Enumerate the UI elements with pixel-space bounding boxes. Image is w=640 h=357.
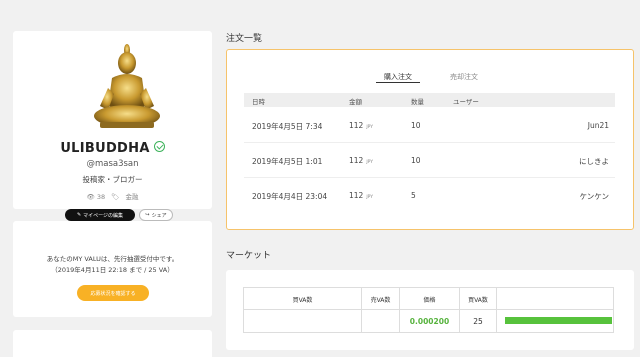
order-qty: 10 (411, 121, 421, 130)
share-button[interactable]: ↪ シェア (139, 209, 173, 221)
market-col-sell-label: 売VA数 (370, 297, 391, 304)
market-volume-bar (505, 317, 612, 324)
buddha-avatar (94, 44, 160, 128)
preorder-line2: （2019年4月11日 22:18 まで / 25 VA） (51, 266, 174, 274)
preorder-card: あなたのMY VALUは、先行抽選受付中です。 （2019年4月11日 22:1… (13, 221, 212, 317)
order-date: 2019年4月5日 7:34 (252, 122, 323, 131)
order-currency: JPY (366, 195, 374, 200)
order-amount: 112 JPY (349, 121, 373, 130)
views-count: 38 (96, 193, 106, 201)
profile-name: ULIBUDDHA (60, 141, 150, 156)
order-amount-value: 112 (349, 156, 364, 165)
profile-tag: 金融 (125, 193, 139, 201)
profile-meta: 👁 38 🏷 金融 (13, 191, 212, 201)
order-qty: 10 (411, 156, 421, 165)
market-cell-sell (362, 310, 400, 332)
preorder-text: あなたのMY VALUは、先行抽選受付中です。 （2019年4月11日 22:1… (13, 254, 212, 276)
col-qty: 数量 (411, 98, 424, 106)
market-col-bar (497, 288, 613, 310)
order-currency: JPY (366, 160, 374, 165)
orders-tabs: 購入注文 売却注文 (227, 72, 633, 84)
orders-table-header: 日時 金額 数量 ユーザー (244, 93, 615, 107)
market-qty: 25 (473, 317, 483, 326)
col-user: ユーザー (453, 98, 479, 106)
order-date: 2019年4月4日 23:04 (252, 192, 328, 201)
market-col-price: 価格 (400, 288, 460, 310)
market-col-buy: 買VA数 (244, 288, 362, 310)
market-price: 0.000200 (409, 317, 450, 326)
profile-username: ULIBUDDHA (13, 141, 212, 156)
tag-icon: 🏷 (111, 193, 120, 201)
market-col-price-label: 価格 (423, 297, 436, 304)
order-qty: 5 (411, 191, 416, 200)
market-cell-buy (244, 310, 362, 332)
col-date: 日時 (252, 98, 265, 106)
profile-job: 投稿家・ブロガー (82, 175, 143, 184)
order-user[interactable]: Jun21 (588, 121, 609, 130)
market-col-buy2: 買VA数 (460, 288, 497, 310)
market-col-buy2-label: 買VA数 (468, 297, 488, 304)
lower-left-card (13, 330, 212, 357)
market-title: マーケット (226, 251, 272, 261)
order-user[interactable]: ケンケン (579, 191, 609, 202)
order-currency: JPY (366, 125, 374, 130)
tab-buy-orders[interactable]: 購入注文 (376, 72, 420, 83)
col-amount: 金額 (349, 98, 362, 106)
market-cell-price: 0.000200 (400, 310, 460, 332)
edit-mypage-label: マイページの編集 (83, 212, 124, 219)
table-row[interactable]: 2019年4月5日 7:34 112 JPY 10 Jun21 (244, 108, 615, 143)
orders-card: 購入注文 売却注文 日時 金額 数量 ユーザー 2019年4月5日 7:34 1… (226, 49, 634, 230)
check-application-button[interactable]: 応募状況を確認する (77, 285, 149, 301)
profile-card: ULIBUDDHA @masa3san 投稿家・ブロガー 👁 38 🏷 金融 ✎… (13, 31, 212, 221)
edit-mypage-button[interactable]: ✎ マイページの編集 (65, 209, 135, 221)
order-date: 2019年4月5日 1:01 (252, 157, 323, 166)
market-col-sell: 売VA数 (362, 288, 400, 310)
pencil-icon: ✎ (76, 212, 82, 218)
market-card: 買VA数 売VA数 価格 買VA数 0.000200 25 (226, 270, 634, 350)
market-table: 買VA数 売VA数 価格 買VA数 0.000200 25 (243, 287, 614, 333)
market-cell-bar (497, 310, 613, 332)
orders-title: 注文一覧 (226, 34, 263, 44)
tab-sell-orders[interactable]: 売却注文 (446, 72, 482, 83)
order-user[interactable]: にしきよ (579, 156, 609, 167)
market-col-buy-label: 買VA数 (292, 297, 313, 304)
order-amount-value: 112 (349, 121, 364, 130)
market-cell-qty: 25 (460, 310, 497, 332)
table-row[interactable]: 2019年4月4日 23:04 112 JPY 5 ケンケン (244, 178, 615, 213)
share-arrow-icon: ↪ (145, 212, 150, 218)
profile-handle: @masa3san (86, 159, 139, 169)
eye-icon: 👁 (86, 193, 95, 201)
verified-check-icon (153, 141, 165, 152)
preorder-line1: あなたのMY VALUは、先行抽選受付中です。 (46, 255, 179, 263)
share-label: シェア (151, 212, 167, 219)
table-row[interactable]: 2019年4月5日 1:01 112 JPY 10 にしきよ (244, 143, 615, 178)
order-amount: 112 JPY (349, 191, 373, 200)
order-amount: 112 JPY (349, 156, 373, 165)
order-amount-value: 112 (349, 191, 364, 200)
